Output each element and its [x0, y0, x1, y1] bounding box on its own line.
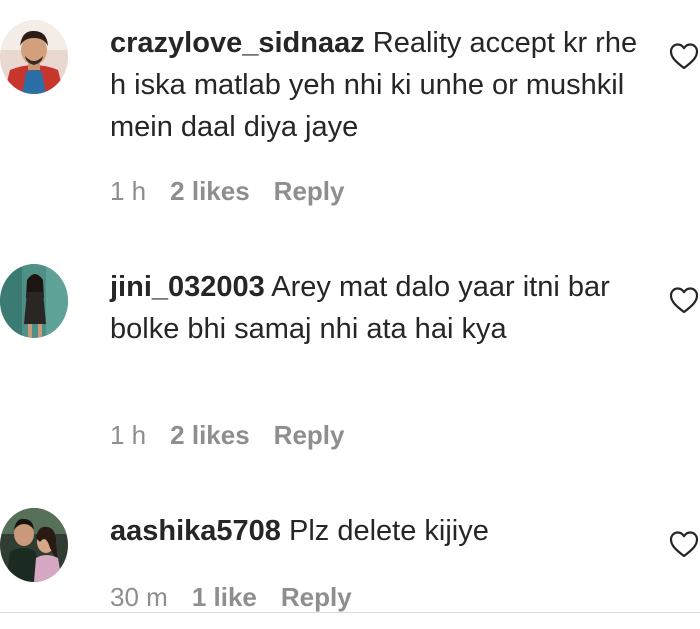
comment-text: jini_032003 Arey mat dalo yaar itni bar …: [110, 266, 650, 350]
reply-button[interactable]: Reply: [274, 420, 345, 450]
heart-outline-icon[interactable]: [668, 285, 700, 315]
avatar[interactable]: [0, 264, 68, 338]
comment-username[interactable]: jini_032003: [110, 271, 265, 303]
heart-outline-icon[interactable]: [668, 41, 700, 71]
comment-body: Plz delete kijiye: [289, 515, 489, 547]
comment-username[interactable]: aashika5708: [110, 515, 281, 547]
comment-meta: 30 m 1 like Reply: [110, 582, 376, 612]
comment-meta: 1 h 2 likes Reply: [110, 420, 368, 451]
avatar[interactable]: [0, 508, 68, 582]
comment-text: crazylove_sidnaaz Reality accept kr rhe …: [110, 22, 650, 148]
comment-username[interactable]: crazylove_sidnaaz: [110, 27, 365, 59]
reply-button[interactable]: Reply: [274, 176, 345, 206]
comment-likes-link[interactable]: 2 likes: [170, 420, 250, 450]
comment-time: 1 h: [110, 420, 147, 450]
avatar-couple-icon: [0, 508, 68, 582]
comment-time: 1 h: [110, 176, 147, 206]
comment-meta: 1 h 2 likes Reply: [110, 176, 368, 207]
comment-likes-link[interactable]: 2 likes: [170, 176, 250, 206]
avatar-man-red-jacket-icon: [0, 20, 68, 94]
comment-time: 30 m: [110, 582, 168, 612]
avatar-woman-dark-dress-icon: [0, 264, 68, 338]
comment-text: aashika5708 Plz delete kijiye: [110, 510, 650, 552]
comment-input-bar: [0, 613, 700, 629]
comment-likes-link[interactable]: 1 like: [192, 582, 257, 612]
heart-outline-icon[interactable]: [668, 529, 700, 559]
avatar[interactable]: [0, 20, 68, 94]
comments-list: crazylove_sidnaaz Reality accept kr rhe …: [0, 0, 700, 612]
reply-button[interactable]: Reply: [281, 582, 352, 612]
